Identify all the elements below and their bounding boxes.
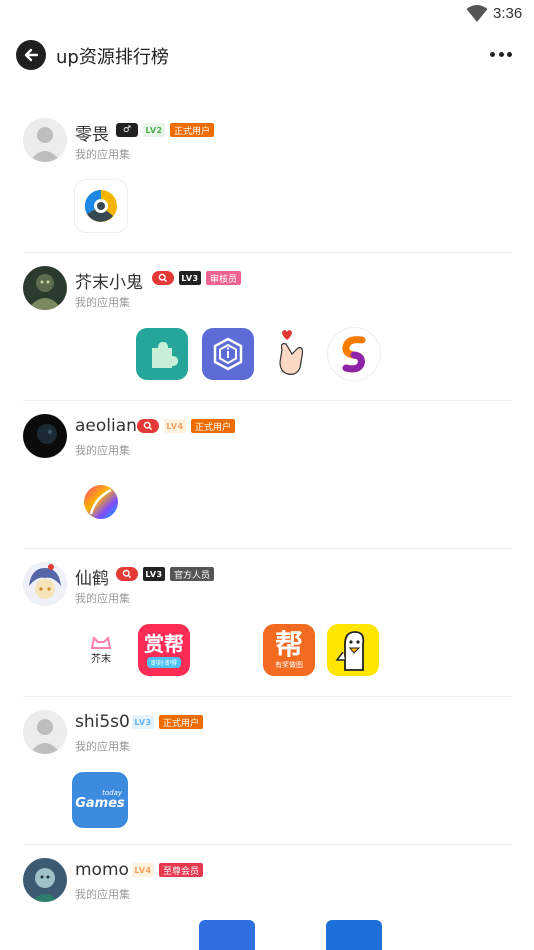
- moderator-badge: [152, 271, 174, 285]
- level-badge: LV2: [143, 123, 165, 137]
- user-badges: ♂ LV2 正式用户: [116, 123, 215, 137]
- app-label: Games: [75, 796, 125, 811]
- level-badge: LV3: [179, 271, 201, 285]
- app-icon-shangbang[interactable]: 赏帮 即刻·即得: [138, 624, 190, 676]
- back-button[interactable]: [16, 40, 46, 70]
- app-icon-jiemo[interactable]: 芥末: [75, 624, 127, 676]
- user-name[interactable]: 仙鹤: [75, 564, 109, 589]
- avatar[interactable]: [23, 414, 67, 458]
- user-name[interactable]: aeolian: [75, 416, 137, 436]
- user-subtitle: 我的应用集: [75, 592, 130, 605]
- user-row-5[interactable]: shi5s0 LV3 正式用户 我的应用集 today Games: [0, 697, 534, 845]
- user-name[interactable]: 零畏: [75, 120, 109, 145]
- avatar[interactable]: [23, 858, 67, 902]
- user-row-1[interactable]: 零畏 ♂ LV2 正式用户 我的应用集: [0, 105, 534, 253]
- level-badge: LV4: [132, 863, 154, 877]
- app-icon-gradient-swirl[interactable]: [75, 476, 127, 528]
- user-badges: LV4 至尊会员: [132, 863, 204, 877]
- avatar[interactable]: [23, 562, 67, 606]
- app-icon-s-logo[interactable]: [328, 328, 380, 380]
- app-icon-camera[interactable]: [75, 180, 127, 232]
- moderator-badge: [137, 419, 159, 433]
- app-label: 赏帮: [144, 631, 184, 656]
- level-badge: LV3: [132, 715, 154, 729]
- user-name[interactable]: momo: [75, 860, 129, 880]
- app-icon-bang[interactable]: 帮 有奖做图: [263, 624, 315, 676]
- user-name[interactable]: 芥末小鬼: [75, 268, 143, 293]
- user-subtitle: 我的应用集: [75, 740, 130, 753]
- user-row-4[interactable]: 仙鹤 LV3 官方人员 我的应用集 芥末 赏帮 即刻·即得 帮 有奖做图: [0, 549, 534, 697]
- role-badge: 正式用户: [191, 419, 236, 433]
- user-subtitle: 我的应用集: [75, 888, 130, 901]
- user-badges: LV3 官方人员: [116, 567, 215, 581]
- user-badges: LV4 正式用户: [137, 419, 236, 433]
- app-label: 芥末: [91, 653, 111, 665]
- status-time: 3:36: [493, 5, 523, 22]
- app-icon-duck[interactable]: [327, 624, 379, 676]
- status-bar: 3:36: [0, 0, 534, 30]
- user-subtitle: 我的应用集: [75, 148, 130, 161]
- app-icon-heart-hand[interactable]: [265, 328, 317, 380]
- back-arrow-icon: [24, 48, 39, 62]
- app-icon-partial-2[interactable]: [326, 920, 382, 950]
- user-name[interactable]: shi5s0: [75, 712, 130, 732]
- user-row-6[interactable]: momo LV4 至尊会员 我的应用集: [0, 845, 534, 950]
- avatar[interactable]: [23, 118, 67, 162]
- app-sublabel: 即刻·即得: [147, 656, 181, 668]
- user-row-3[interactable]: aeolian LV4 正式用户 我的应用集: [0, 401, 534, 549]
- top-bar: up资源排行榜: [0, 30, 534, 82]
- gender-badge: ♂: [116, 123, 138, 137]
- level-badge: LV4: [164, 419, 186, 433]
- app-icon-hexagon[interactable]: [202, 328, 254, 380]
- app-sublabel: 有奖做图: [275, 661, 303, 669]
- role-badge: 正式用户: [170, 123, 215, 137]
- app-icon-games-today[interactable]: today Games: [72, 772, 128, 828]
- app-icon-puzzle[interactable]: [136, 328, 188, 380]
- user-subtitle: 我的应用集: [75, 296, 130, 309]
- wifi-icon: [466, 5, 488, 22]
- more-icon[interactable]: [490, 42, 512, 66]
- level-badge: LV3: [143, 567, 165, 581]
- user-badges: LV3 正式用户: [132, 715, 204, 729]
- role-badge: 至尊会员: [159, 863, 204, 877]
- user-row-2[interactable]: 芥末小鬼 LV3 审核员 我的应用集: [0, 253, 534, 401]
- user-subtitle: 我的应用集: [75, 444, 130, 457]
- app-icon-partial-1[interactable]: [199, 920, 255, 950]
- moderator-badge: [116, 567, 138, 581]
- avatar[interactable]: [23, 266, 67, 310]
- role-badge: 官方人员: [170, 567, 215, 581]
- page-title: up资源排行榜: [56, 47, 169, 68]
- user-badges: LV3 审核员: [152, 271, 242, 285]
- app-label: 帮: [274, 628, 303, 661]
- role-badge: 审核员: [206, 271, 242, 285]
- role-badge: 正式用户: [159, 715, 204, 729]
- avatar[interactable]: [23, 710, 67, 754]
